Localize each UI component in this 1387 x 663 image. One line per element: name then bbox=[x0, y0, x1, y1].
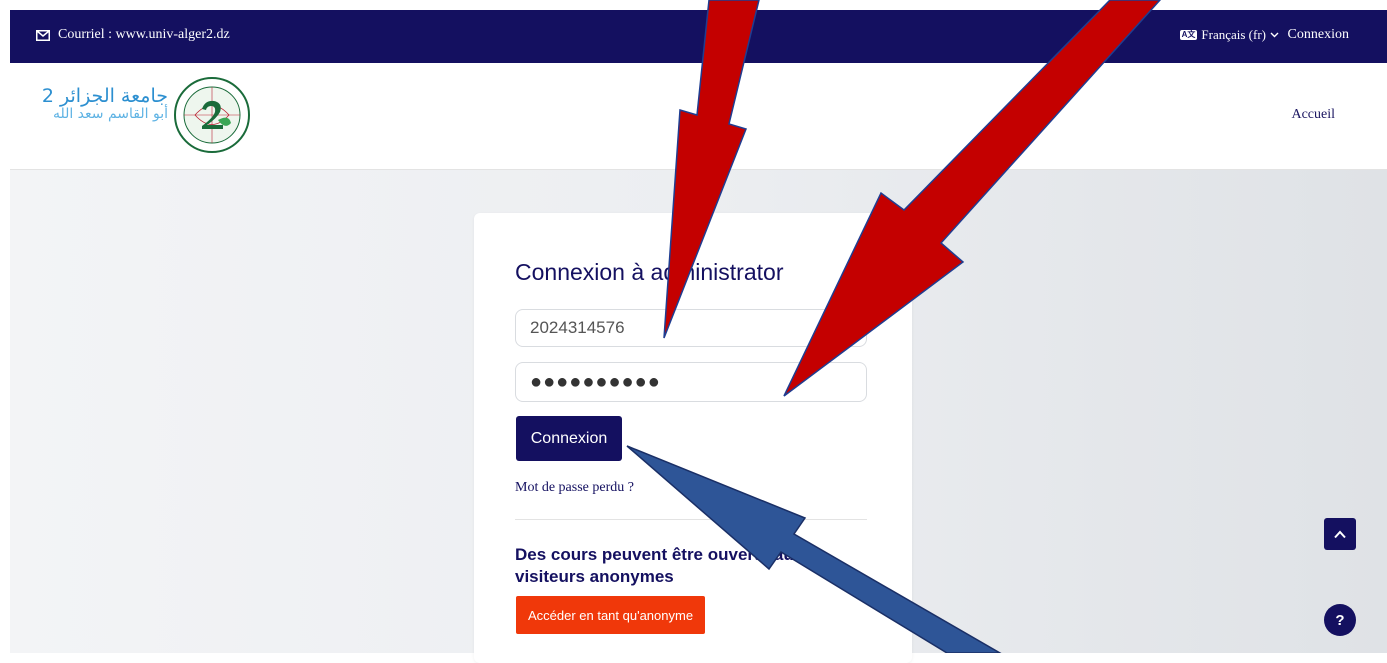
back-to-top-button[interactable] bbox=[1324, 518, 1356, 550]
login-link[interactable]: Connexion bbox=[1288, 27, 1349, 43]
login-button[interactable]: Connexion bbox=[516, 416, 622, 461]
nav-home-link[interactable]: Accueil bbox=[1291, 107, 1335, 123]
university-seal-logo[interactable] bbox=[173, 76, 251, 154]
language-label: Français (fr) bbox=[1201, 27, 1266, 42]
chevron-up-icon bbox=[1334, 530, 1346, 538]
site-header: جامعة الجزائر 2 أبو القاسم سعد الله Accu… bbox=[10, 63, 1387, 170]
logo-line-1: جامعة الجزائر 2 bbox=[41, 85, 168, 107]
help-button[interactable]: ? bbox=[1324, 604, 1356, 636]
guest-access-heading: Des cours peuvent être ouverts aux visit… bbox=[515, 545, 804, 586]
question-icon: ? bbox=[1335, 611, 1345, 629]
password-input[interactable]: ●●●●●●●●●● bbox=[515, 362, 867, 402]
login-title: Connexion à administrator bbox=[515, 259, 784, 285]
divider bbox=[515, 519, 867, 520]
username-input[interactable]: 2024314576 bbox=[515, 309, 867, 347]
university-logo-text[interactable]: جامعة الجزائر 2 أبو القاسم سعد الله bbox=[38, 85, 168, 122]
guest-login-button[interactable]: Accéder en tant qu'anonyme bbox=[516, 596, 705, 634]
chevron-down-icon bbox=[1270, 32, 1279, 38]
logo-line-2: أبو القاسم سعد الله bbox=[52, 105, 168, 122]
email-contact[interactable]: Courriel : www.univ-alger2.dz bbox=[36, 27, 230, 43]
login-card: Connexion à administrator 2024314576 ●●●… bbox=[474, 213, 912, 663]
top-bar: Courriel : www.univ-alger2.dz A文 Françai… bbox=[10, 10, 1387, 63]
email-text: Courriel : www.univ-alger2.dz bbox=[58, 27, 230, 42]
language-selector[interactable]: A文 Français (fr) bbox=[1179, 27, 1279, 43]
envelope-icon bbox=[36, 29, 50, 41]
language-icon: A文 bbox=[1179, 30, 1198, 40]
lost-password-link[interactable]: Mot de passe perdu ? bbox=[515, 480, 634, 496]
